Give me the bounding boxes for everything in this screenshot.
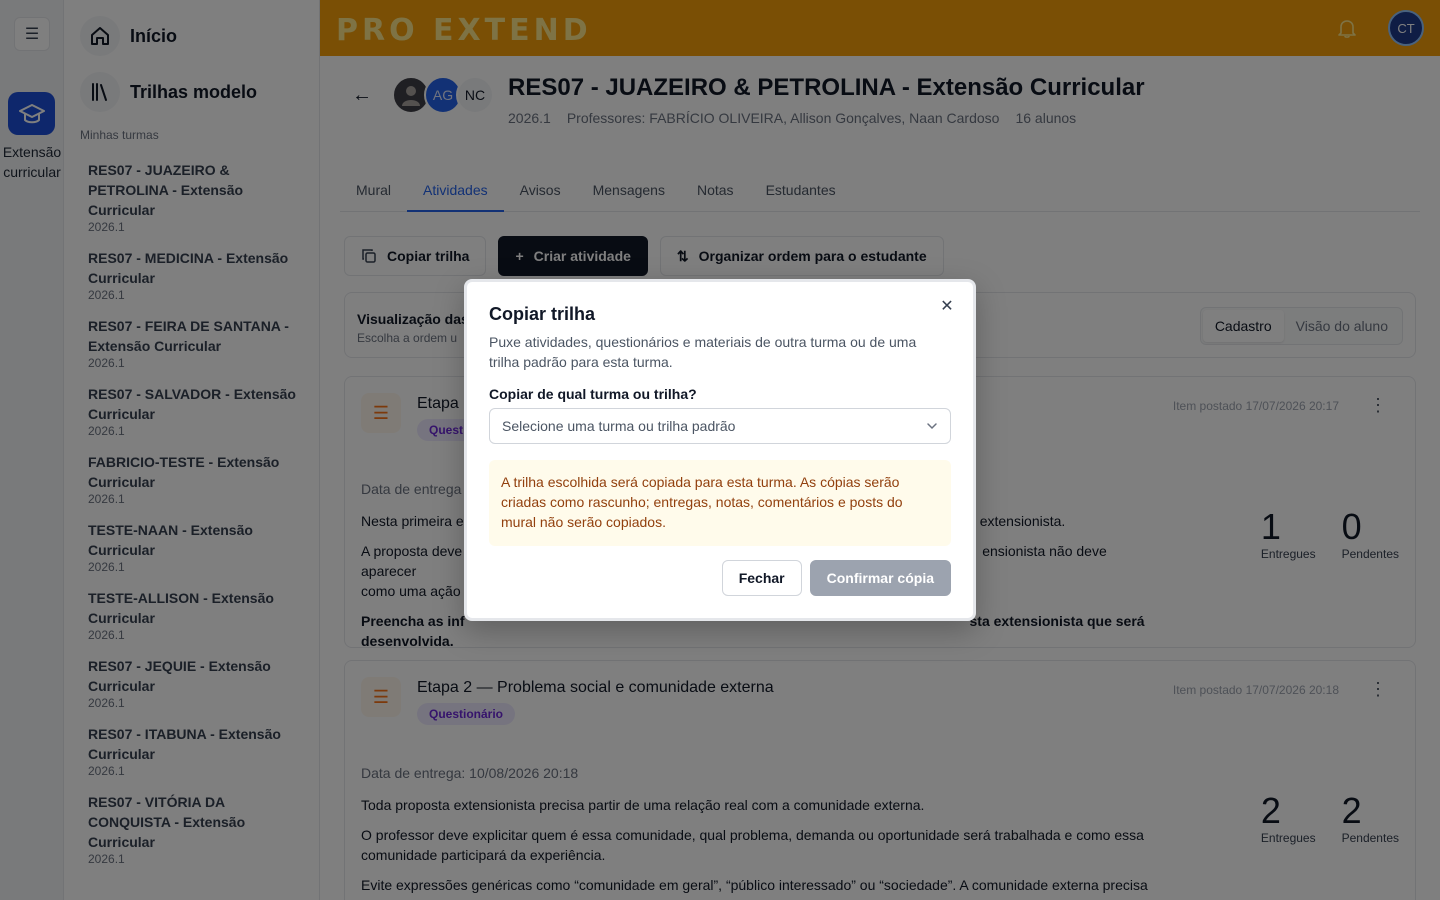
source-select[interactable]: Selecione uma turma ou trilha padrão xyxy=(489,408,951,444)
copy-warning: A trilha escolhida será copiada para est… xyxy=(489,460,951,546)
source-select-placeholder: Selecione uma turma ou trilha padrão xyxy=(502,418,736,434)
source-field-label: Copiar de qual turma ou trilha? xyxy=(489,386,697,402)
dialog-description: Puxe atividades, questionários e materia… xyxy=(489,334,917,370)
dialog-actions: Fechar Confirmar cópia xyxy=(721,560,951,596)
close-icon[interactable]: ✕ xyxy=(935,294,959,318)
copy-trail-dialog: ✕ Copiar trilha Puxe atividades, questio… xyxy=(464,279,976,621)
dialog-title: Copiar trilha xyxy=(489,304,596,324)
chevron-down-icon xyxy=(927,423,937,430)
confirm-copy-button[interactable]: Confirmar cópia xyxy=(809,560,951,596)
close-button[interactable]: Fechar xyxy=(721,560,802,596)
